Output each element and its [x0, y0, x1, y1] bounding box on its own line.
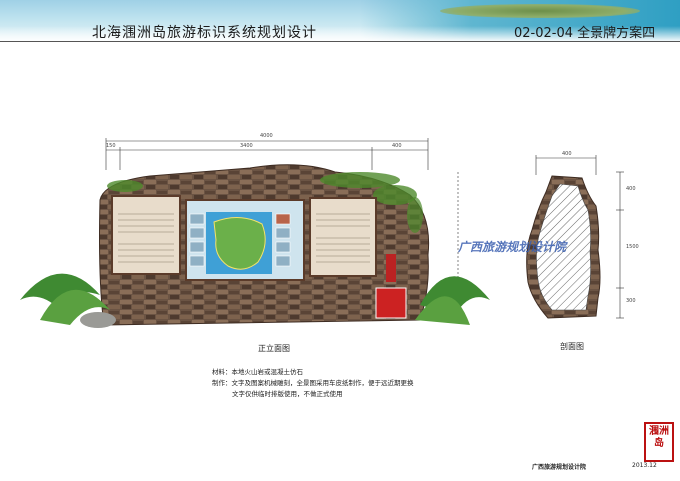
- seal-logo: 涠洲岛: [644, 422, 674, 462]
- note-material: 材料：本地火山岩或混凝土仿石: [212, 368, 303, 376]
- dim-height-bottom: 300: [626, 298, 636, 304]
- section-view-label: 剖面图: [560, 342, 584, 351]
- dim-left: 150: [106, 143, 116, 149]
- note-disclaimer: 文字仅供临时排版使用，不做正式使用: [232, 390, 343, 398]
- watermark-text: 广西旅游规划设计院: [458, 240, 567, 254]
- dim-middle: 3400: [240, 143, 253, 149]
- note-production: 制作：文字及图案机械雕刻，全景图采用车皮纸制作，便于远近期更换: [212, 379, 414, 387]
- left-text-panel: [111, 195, 181, 275]
- elevation-drawing: [20, 138, 624, 328]
- front-view-label: 正立面图: [258, 344, 290, 353]
- dim-total: 4000: [260, 133, 273, 139]
- footer-date: 2013.12: [632, 462, 657, 469]
- notes-block: 材料：本地火山岩或混凝土仿石 制作：文字及图案机械雕刻，全景图采用车皮纸制作，便…: [212, 367, 414, 400]
- ground-rock: [80, 312, 116, 328]
- footer-institute: 广西旅游规划设计院: [532, 464, 587, 471]
- dim-height-top: 400: [626, 186, 636, 192]
- dim-height-mid: 1500: [626, 244, 639, 250]
- dim-section-top: 400: [562, 151, 572, 157]
- red-logo-plaque: [375, 287, 407, 319]
- right-text-panel: [309, 197, 377, 277]
- dim-right: 400: [392, 143, 402, 149]
- vertical-red-sign: [386, 254, 396, 282]
